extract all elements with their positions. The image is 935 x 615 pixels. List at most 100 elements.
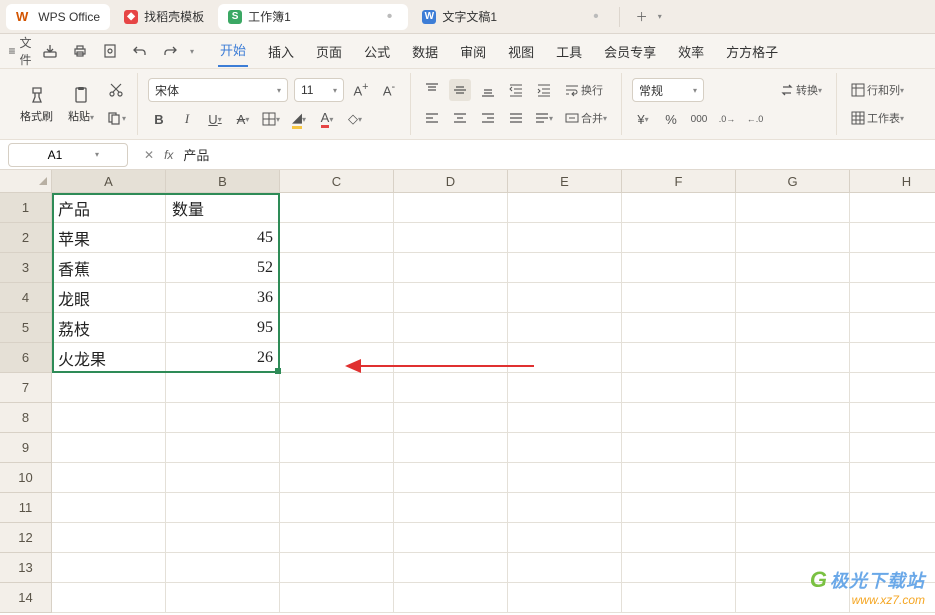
increase-font-button[interactable]: A+ [350, 79, 372, 101]
decrease-font-button[interactable]: A- [378, 79, 400, 101]
cell[interactable] [166, 433, 280, 463]
cell[interactable] [736, 283, 850, 313]
align-top-button[interactable] [421, 79, 443, 101]
cell[interactable] [622, 403, 736, 433]
increase-decimal-button[interactable]: .0→ [716, 108, 738, 130]
number-format-dropdown[interactable]: 常规▾ [632, 78, 704, 102]
orientation-button[interactable]: ▾ [533, 107, 555, 129]
cell[interactable] [736, 403, 850, 433]
cell[interactable] [850, 403, 935, 433]
cell[interactable] [622, 433, 736, 463]
clear-format-button[interactable]: ◇▾ [344, 108, 366, 130]
cell[interactable] [736, 223, 850, 253]
cell[interactable] [52, 373, 166, 403]
cell[interactable] [622, 343, 736, 373]
align-center-button[interactable] [449, 107, 471, 129]
cell[interactable] [394, 433, 508, 463]
align-left-button[interactable] [421, 107, 443, 129]
cut-button[interactable] [105, 79, 127, 101]
col-header[interactable]: A [52, 170, 166, 193]
cell[interactable] [166, 373, 280, 403]
cell[interactable] [850, 373, 935, 403]
cell[interactable] [280, 313, 394, 343]
cell[interactable] [736, 433, 850, 463]
app-logo-tab[interactable]: W WPS Office [6, 4, 110, 30]
wrap-text-button[interactable]: 换行 [561, 79, 607, 101]
cell[interactable] [166, 523, 280, 553]
cell[interactable] [850, 433, 935, 463]
cell[interactable] [736, 553, 850, 583]
cell[interactable] [394, 403, 508, 433]
cell[interactable] [280, 463, 394, 493]
undo-button[interactable] [130, 41, 150, 61]
row-header[interactable]: 6 [0, 343, 52, 373]
col-header[interactable]: B [166, 170, 280, 193]
cell[interactable] [508, 223, 622, 253]
row-header[interactable]: 5 [0, 313, 52, 343]
cell[interactable] [622, 463, 736, 493]
cell[interactable]: 苹果 [52, 223, 166, 253]
cell[interactable] [736, 193, 850, 223]
row-header[interactable]: 12 [0, 523, 52, 553]
namebox-dropdown-icon[interactable]: ▾ [95, 150, 99, 159]
cell[interactable] [280, 523, 394, 553]
cell[interactable]: 95 [166, 313, 280, 343]
decrease-indent-button[interactable] [505, 79, 527, 101]
cell[interactable] [508, 523, 622, 553]
tab-member[interactable]: 会员专享 [602, 38, 658, 65]
row-header[interactable]: 10 [0, 463, 52, 493]
cell[interactable] [394, 223, 508, 253]
format-painter-button[interactable]: 格式刷 [16, 80, 57, 128]
cell[interactable] [394, 373, 508, 403]
cell[interactable]: 36 [166, 283, 280, 313]
cell[interactable] [280, 193, 394, 223]
cell[interactable] [52, 553, 166, 583]
cell[interactable] [52, 463, 166, 493]
cell[interactable] [52, 403, 166, 433]
qat-dropdown[interactable]: ▾ [190, 47, 194, 56]
formula-input[interactable] [183, 147, 927, 162]
row-col-button[interactable]: 行和列▾ [847, 79, 908, 101]
cell[interactable] [622, 373, 736, 403]
merge-button[interactable]: 合并▾ [561, 107, 611, 129]
cell[interactable] [850, 583, 935, 613]
save-button[interactable] [40, 41, 60, 61]
cell[interactable] [850, 343, 935, 373]
col-header[interactable]: E [508, 170, 622, 193]
cell[interactable] [394, 583, 508, 613]
cell[interactable] [508, 193, 622, 223]
cell[interactable] [622, 313, 736, 343]
cell[interactable]: 45 [166, 223, 280, 253]
tab-tools[interactable]: 工具 [554, 38, 584, 65]
row-header[interactable]: 8 [0, 403, 52, 433]
cell[interactable]: 龙眼 [52, 283, 166, 313]
cell[interactable] [508, 283, 622, 313]
cell[interactable] [736, 583, 850, 613]
spreadsheet-grid[interactable]: A B C D E F G H 1 2 3 4 5 6 7 8 9 10 11 … [0, 170, 935, 615]
comma-button[interactable]: 000 [688, 108, 710, 130]
cell[interactable] [736, 343, 850, 373]
cell[interactable] [166, 463, 280, 493]
cell[interactable] [622, 553, 736, 583]
cell[interactable] [394, 343, 508, 373]
col-header[interactable]: F [622, 170, 736, 193]
cell[interactable] [508, 313, 622, 343]
cell[interactable] [394, 253, 508, 283]
print-button[interactable] [70, 41, 90, 61]
col-header[interactable]: H [850, 170, 935, 193]
cell[interactable] [850, 493, 935, 523]
cell[interactable] [508, 583, 622, 613]
redo-button[interactable] [160, 41, 180, 61]
cell[interactable] [166, 403, 280, 433]
cell[interactable] [850, 463, 935, 493]
cell[interactable]: 产品 [52, 193, 166, 223]
tab-efficiency[interactable]: 效率 [676, 38, 706, 65]
italic-button[interactable]: I [176, 108, 198, 130]
tab-insert[interactable]: 插入 [266, 38, 296, 65]
cell[interactable] [280, 583, 394, 613]
cell[interactable] [508, 433, 622, 463]
cell[interactable] [280, 283, 394, 313]
tab-workbook[interactable]: S 工作簿1 • [218, 4, 408, 30]
cell[interactable] [850, 253, 935, 283]
align-middle-button[interactable] [449, 79, 471, 101]
